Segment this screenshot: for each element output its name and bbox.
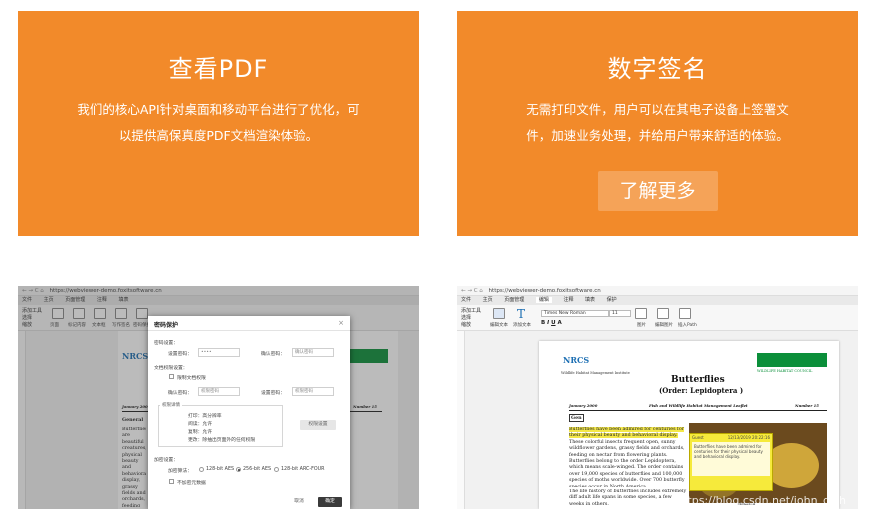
highlighted-text[interactable]: Butterflies have been admired for centur… [569,427,685,439]
close-icon[interactable]: × [338,319,344,327]
menu-item-active[interactable]: 编辑 [535,297,552,303]
menu-item[interactable]: 保护 [607,297,617,303]
doc-body-2: The life history of butterflies includes… [569,489,687,507]
arcfour-radio[interactable] [274,467,279,472]
address-bar: ← → C ⌂ https://webviewer-demo.foxitsoft… [457,286,858,296]
note-author: Guest [692,435,704,440]
toolbar: 添加工具 选择 缩放 T Times New Roman 11 B I U A … [457,305,858,331]
radio-label: 256-bit AES [243,467,272,472]
aes128-radio[interactable] [199,467,204,472]
dialog-header: 密码保护 × [148,316,350,331]
url-text: https://webviewer-demo.foxitsoftware.cn [488,288,601,294]
body-text: These colorful insects frequent open, su… [569,439,685,487]
toolbar-label: 编辑图片 [655,323,673,328]
cancel-button[interactable]: 取消 [288,497,310,507]
restrict-permissions-checkbox[interactable] [169,374,174,379]
font-size-select[interactable]: 11 [609,310,631,317]
card-title: 数字签名 [607,55,708,83]
menu-item[interactable]: 注释 [563,297,573,303]
no-metadata-checkbox[interactable] [169,479,174,484]
card-description-line: 以提供高保真度PDF文档渲染体验。 [118,128,319,143]
password-label: 设置密码： [168,352,192,357]
card-description-line: 件，加速业务处理，并给用户带来舒适的体验。 [526,128,789,143]
tool-item[interactable]: 选择 [461,315,481,322]
learn-more-button[interactable]: 了解更多 [597,171,718,211]
toolbar-label: 编辑文本 [490,323,508,328]
menu-item[interactable]: 填表 [585,297,595,303]
ok-button[interactable]: 确定 [318,497,342,507]
tool-item[interactable]: 添加工具 [461,308,481,315]
note-date: 12/13/2019 20:22:16 [727,435,770,440]
watermark: https://blog.csdn.net/john_dwh [676,494,846,507]
section-label: 密码设置： [154,341,178,346]
toolbar-label: 添加文本 [513,323,531,328]
permission-copy: 复制：允许 [188,430,212,435]
permission-details-legend: 权限详情 [160,402,182,408]
side-panel [457,331,465,509]
edit-image-icon[interactable] [657,308,669,319]
browser-nav-icons: ← → C ⌂ [461,288,483,294]
nrcs-subtitle: Wildlife Habitat Management Institute [561,371,630,375]
doc-subtitle: (Order: Lepidoptera ) [659,386,744,395]
menu-item[interactable]: 文件 [461,297,471,303]
toolbar-label: 插入Path [678,323,697,328]
whc-subtitle: WILDLIFE HABITAT COUNCIL [757,369,813,373]
permission-confirm-field[interactable]: 权限密码 [198,387,240,396]
image-icon[interactable] [635,308,647,319]
doc-leaflet: Fish and Wildlife Habitat Management Lea… [649,403,748,408]
nrcs-logo: NRCS [563,355,590,365]
password-field[interactable]: •••• [198,348,240,357]
permission-password-label: 设置密码： [261,391,285,396]
toolbar-label: 图片 [637,323,646,328]
section-label: 文档权限设置： [154,366,188,371]
menu-bar: 文件 主页 页面管理 编辑 注释 填表 保护 [457,296,858,305]
permission-edit: 更改：除抽出页面外的任何权限 [188,438,256,443]
tool-list: 添加工具 选择 缩放 [461,308,481,329]
feature-card-view-pdf: 查看PDF 我们的核心API针对桌面和移动平台进行了优化，可 以提供高保真度PD… [18,11,419,236]
encryption-algorithm-label: 加密算法： [168,469,192,474]
comment-note[interactable]: Guest 12/13/2019 20:22:16 Butterflies ha… [689,433,773,491]
password-dialog: 密码保护 × 密码设置： 设置密码： •••• 确认密码： 确认密码 文档权限设… [148,316,350,509]
card-description: 无需打印文件，用户可以在其电子设备上签署文 件，加速业务处理，并给用户带来舒适的… [495,97,820,149]
permission-read: 阅读：允许 [188,422,212,427]
checkbox-label: 不加密元数据 [177,481,206,486]
feature-card-digital-signature: 数字签名 无需打印文件，用户可以在其电子设备上签署文 件，加速业务处理，并给用户… [457,11,858,236]
whc-logo [757,353,827,367]
confirm-password-field[interactable]: 确认密码 [292,348,334,357]
text-format-icons[interactable]: B I U A [541,320,562,326]
doc-number: Number 15 [795,403,819,408]
screenshot-edit-document: ← → C ⌂ https://webviewer-demo.foxitsoft… [457,286,858,509]
doc-date: January 2000 [569,403,598,408]
screenshot-password-protection: ← → C ⌂ https://webviewer-demo.foxitsoft… [18,286,419,509]
dialog-title: 密码保护 [154,322,179,329]
doc-title: Butterflies [671,375,725,385]
note-text[interactable]: Butterflies have been admired for centur… [692,442,770,476]
radio-label: 128-bit AES [206,467,235,472]
checkbox-label: 限制文档权限 [177,376,206,381]
card-description-line: 我们的核心API针对桌面和移动平台进行了优化，可 [77,102,360,117]
section-label: 加密设置： [154,458,178,463]
menu-item[interactable]: 页面管理 [504,297,524,303]
section-heading[interactable]: Gen [569,414,584,423]
edit-text-icon[interactable] [493,308,505,319]
radio-label: 128-bit ARC-FOUR [281,467,325,472]
insert-path-icon[interactable] [679,308,691,319]
add-text-icon[interactable]: T [517,307,525,321]
card-description-line: 无需打印文件，用户可以在其电子设备上签署文 [526,102,789,117]
doc-body: Butterflies have been admired for centur… [569,427,687,487]
card-title: 查看PDF [168,55,269,83]
font-family-select[interactable]: Times New Roman [541,310,609,317]
tool-item[interactable]: 缩放 [461,322,481,329]
pdf-page: NRCS Wildlife Habitat Management Institu… [539,341,839,509]
card-description: 我们的核心API针对桌面和移动平台进行了优化，可 以提供高保真度PDF文档渲染体… [56,97,381,149]
menu-item[interactable]: 主页 [483,297,493,303]
permission-settings-button[interactable]: 权限设置 [300,420,336,430]
aes256-radio[interactable] [236,467,241,472]
permission-confirm-label: 确认密码： [168,391,192,396]
divider [569,410,827,411]
confirm-password-label: 确认密码： [261,352,285,357]
permission-print: 打印：高分辨率 [188,414,222,419]
permission-password-field[interactable]: 权限密码 [292,387,334,396]
